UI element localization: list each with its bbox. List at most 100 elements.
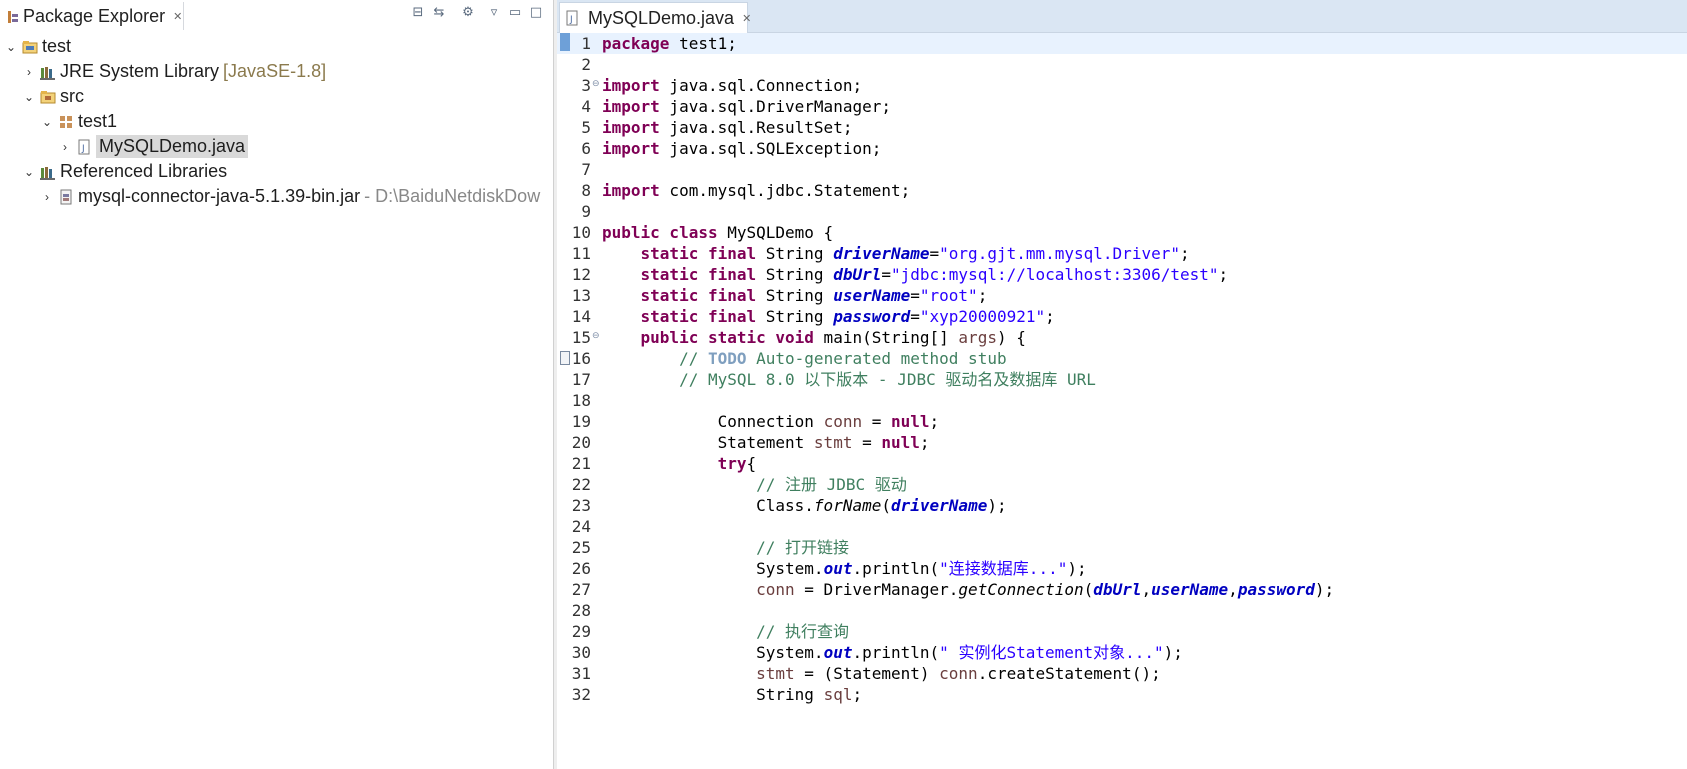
line-number: 13	[571, 286, 591, 305]
java-editor: J MySQLDemo.java ✕ 1 package test1; 2 3 …	[557, 0, 1687, 769]
code-text: static final String password="xyp2000092…	[640, 307, 1055, 326]
code-text: Statement stmt = null;	[717, 433, 930, 452]
line-number: 29	[571, 622, 591, 641]
code-line[interactable]: 15 ⊖ public static void main(String[] ar…	[557, 327, 1687, 348]
line-number: 14	[571, 307, 591, 326]
code-line[interactable]: 12 static final String dbUrl="jdbc:mysql…	[557, 264, 1687, 285]
jar-icon	[58, 189, 74, 205]
source-folder-icon	[40, 89, 56, 105]
line-number: 4	[581, 97, 591, 116]
code-line[interactable]: 26 System.out.println("连接数据库...");	[557, 558, 1687, 579]
code-line[interactable]: 27 conn = DriverManager.getConnection(db…	[557, 579, 1687, 600]
code-text: static final String dbUrl="jdbc:mysql://…	[640, 265, 1229, 284]
code-text: import java.sql.DriverManager;	[602, 97, 891, 116]
maximize-icon[interactable]: □	[528, 5, 544, 21]
fold-icon[interactable]: ⊖	[592, 331, 600, 341]
chevron-right-icon[interactable]: ›	[40, 190, 54, 204]
close-icon[interactable]: ✕	[173, 10, 182, 23]
code-line[interactable]: 31 stmt = (Statement) conn.createStateme…	[557, 663, 1687, 684]
code-line[interactable]: 20 Statement stmt = null;	[557, 432, 1687, 453]
line-number: 28	[571, 601, 591, 620]
line-number: 16	[571, 349, 591, 368]
package-explorer-view: Package Explorer ✕ ⊟ ⇆ ⚙ ▿ ▭ □ ⌄ test › …	[0, 0, 553, 769]
line-number: 21	[571, 454, 591, 473]
view-menu-icon[interactable]: ▿	[486, 5, 502, 21]
code-line[interactable]: 2	[557, 54, 1687, 75]
code-line[interactable]: 4 import java.sql.DriverManager;	[557, 96, 1687, 117]
code-line[interactable]: 13 static final String userName="root";	[557, 285, 1687, 306]
code-line[interactable]: 23 Class.forName(driverName);	[557, 495, 1687, 516]
chevron-right-icon[interactable]: ›	[58, 140, 72, 154]
code-line[interactable]: 25 // 打开链接	[557, 537, 1687, 558]
code-line[interactable]: 10 public class MySQLDemo {	[557, 222, 1687, 243]
code-line[interactable]: 18	[557, 390, 1687, 411]
code-line[interactable]: 30 System.out.println(" 实例化Statement对象..…	[557, 642, 1687, 663]
package-explorer-tabbar: Package Explorer ✕ ⊟ ⇆ ⚙ ▿ ▭ □	[0, 0, 553, 32]
collapse-all-icon[interactable]: ⊟	[410, 5, 426, 21]
editor-tab-title: MySQLDemo.java	[588, 7, 735, 28]
line-number: 22	[571, 475, 591, 494]
line-number: 2	[581, 55, 591, 74]
tree-item-mysqldemo-java[interactable]: › J MySQLDemo.java	[58, 134, 249, 159]
code-line[interactable]: 14 static final String password="xyp2000…	[557, 306, 1687, 327]
code-line[interactable]: 8 import com.mysql.jdbc.Statement;	[557, 180, 1687, 201]
tree-item-test1[interactable]: ⌄ test1	[40, 109, 117, 134]
code-text: import java.sql.SQLException;	[602, 139, 882, 158]
code-line[interactable]: 9	[557, 201, 1687, 222]
svg-text:J: J	[81, 144, 85, 154]
chevron-down-icon[interactable]: ⌄	[22, 165, 36, 179]
close-icon[interactable]: ✕	[742, 12, 751, 25]
code-text: try{	[717, 454, 757, 473]
line-number: 6	[581, 139, 591, 158]
code-line[interactable]: 21 try{	[557, 453, 1687, 474]
code-line[interactable]: 1 package test1;	[557, 33, 1687, 54]
code-line[interactable]: 3 ⊖ import java.sql.Connection;	[557, 75, 1687, 96]
code-line[interactable]: 19 Connection conn = null;	[557, 411, 1687, 432]
java-file-icon: J	[76, 139, 92, 155]
line-number: 9	[581, 202, 591, 221]
chevron-down-icon[interactable]: ⌄	[40, 115, 54, 129]
code-line[interactable]: 24	[557, 516, 1687, 537]
minimize-icon[interactable]: ▭	[507, 5, 523, 21]
fold-icon[interactable]: ⊖	[592, 79, 600, 89]
jre-version-label: [JavaSE-1.8]	[223, 61, 327, 81]
code-line[interactable]: 22 // 注册 JDBC 驱动	[557, 474, 1687, 495]
link-with-editor-icon[interactable]: ⇆	[431, 5, 447, 21]
code-line[interactable]: 6 import java.sql.SQLException;	[557, 138, 1687, 159]
code-text: Connection conn = null;	[717, 412, 940, 431]
code-line[interactable]: 11 static final String driverName="org.g…	[557, 243, 1687, 264]
editor-tab-mysqldemo[interactable]: J MySQLDemo.java ✕	[559, 2, 751, 33]
tree-item-test[interactable]: ⌄ test	[4, 34, 71, 59]
java-file-icon: J	[564, 10, 580, 26]
code-line[interactable]: 32 String sql;	[557, 684, 1687, 705]
tree-item-label: JRE System Library	[60, 61, 220, 81]
chevron-right-icon[interactable]: ›	[22, 65, 36, 79]
code-text: static final String userName="root";	[640, 286, 988, 305]
tree-item-jre-system-library[interactable]: › JRE System Library [JavaSE-1.8]	[22, 59, 326, 84]
code-line[interactable]: 7	[557, 159, 1687, 180]
package-explorer-icon	[6, 9, 20, 23]
line-number: 11	[571, 244, 591, 263]
tree-item-mysql-connector-jar[interactable]: › mysql-connector-java-5.1.39-bin.jar - …	[40, 184, 540, 209]
tree-item-referenced-libraries[interactable]: ⌄ Referenced Libraries	[22, 159, 227, 184]
package-explorer-tab[interactable]: Package Explorer ✕	[0, 2, 184, 30]
tree-item-src[interactable]: ⌄ src	[22, 84, 84, 109]
code-line[interactable]: 17 // MySQL 8.0 以下版本 - JDBC 驱动名及数据库 URL	[557, 369, 1687, 390]
code-line[interactable]: 16 // TODO Auto-generated method stub	[557, 348, 1687, 369]
code-text: // 打开链接	[756, 538, 850, 557]
project-icon	[22, 39, 38, 55]
focus-icon[interactable]: ⚙	[460, 5, 476, 21]
line-number: 25	[571, 538, 591, 557]
svg-text:J: J	[569, 15, 573, 25]
code-text: // 执行查询	[756, 622, 850, 641]
code-text: System.out.println(" 实例化Statement对象...")…	[756, 643, 1183, 662]
tree-item-label: MySQLDemo.java	[96, 135, 249, 158]
chevron-down-icon[interactable]: ⌄	[22, 90, 36, 104]
code-line[interactable]: 5 import java.sql.ResultSet;	[557, 117, 1687, 138]
line-number: 7	[581, 160, 591, 179]
code-line[interactable]: 29 // 执行查询	[557, 621, 1687, 642]
chevron-down-icon[interactable]: ⌄	[4, 40, 18, 54]
library-icon	[40, 64, 56, 80]
code-line[interactable]: 28	[557, 600, 1687, 621]
line-number: 23	[571, 496, 591, 515]
